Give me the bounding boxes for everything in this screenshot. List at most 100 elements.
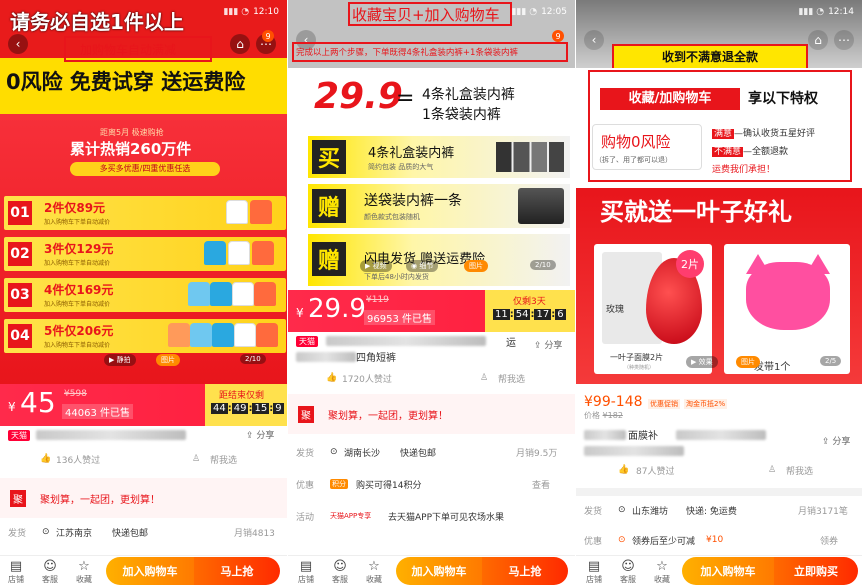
discount-row[interactable]: 优惠 ⊙ 领券后至少可减 ¥10 领券 [576, 532, 862, 548]
activity-row[interactable]: 活动 天猫APP专享 去天猫APP下单可见农场水果 [288, 508, 575, 524]
status-time: 12:14 [828, 7, 854, 17]
big-price: 29.9 [314, 76, 403, 117]
likes-count[interactable]: 136人赞过 [56, 453, 100, 466]
image-button[interactable]: 图片 [156, 354, 180, 366]
sold-count: 44063 件已售 [62, 404, 133, 419]
add-to-cart-button[interactable]: 加入购物车 [396, 557, 482, 585]
effect-button-label: 效果 [698, 358, 713, 366]
ship-row: 发货 ⊙ 山东潍坊 快递: 免运费 月销3171笔 [576, 502, 862, 518]
cart-icon[interactable]: ⌂ [808, 30, 828, 50]
help-choose-button[interactable]: 帮我选 [498, 372, 525, 385]
offer-title: 2件仅89元 [44, 201, 106, 215]
shop-label: 店铺 [8, 575, 24, 584]
video-button-label: 视频 [372, 262, 387, 270]
share-button[interactable]: ⇪ 分享 [246, 428, 274, 441]
activity-tag: 天猫APP专享 [330, 512, 372, 520]
favorite-label: 收藏 [654, 575, 670, 584]
combo-row: 赠 闪电发货 赠送运费险 下单后48小时内发货 [308, 234, 570, 286]
product-title-blurred [296, 352, 356, 362]
back-icon[interactable]: ‹ [584, 30, 604, 50]
countdown-seconds: 17 [534, 309, 552, 320]
ship-label: 发货 [296, 448, 315, 459]
favorite-button[interactable]: ☆ 收藏 [648, 560, 676, 585]
product-title-line2: 四角短裤 [356, 353, 396, 364]
share-button[interactable]: ⇪ 分享 [822, 434, 850, 447]
shop-button[interactable]: ▤ 店铺 [292, 560, 320, 585]
discount-view-link[interactable]: 查看 [532, 478, 550, 491]
detail-button[interactable]: ◉ 细节 [406, 260, 439, 272]
video-button[interactable]: ▶ 静拍 [104, 354, 136, 366]
back-icon[interactable]: ‹ [8, 34, 28, 54]
offer-number: 01 [8, 201, 32, 225]
underwear-image [496, 142, 564, 172]
cart-icon[interactable]: ⌂ [230, 34, 250, 54]
offer-row: 04 5件仅206元 加入购物车下单自动减价 [4, 319, 286, 353]
help-choose-button[interactable]: 帮我选 [210, 453, 237, 466]
shop-icon: ▤ [299, 559, 313, 574]
page-indicator: 2/10 [530, 260, 556, 270]
shop-icon: ▤ [9, 559, 23, 574]
favorite-button[interactable]: ☆ 收藏 [360, 560, 388, 585]
screenshot-panel-3: ▮▮▮ ◔ 12:14 ‹ ⌂ ⋯ 收到不满意退全款 收藏/加购物车 享以下特权 … [576, 0, 862, 587]
discount-row[interactable]: 优惠 积分 购买可得14积分 查看 [288, 476, 575, 492]
ju-row[interactable]: 聚 聚划算，一起团，更划算！ [288, 394, 575, 434]
image-button[interactable]: 图片 [464, 260, 488, 272]
service-button[interactable]: ☺ 客服 [326, 560, 354, 585]
headband-card: 发带1个 [724, 244, 850, 374]
like-icon: 👍 [40, 454, 52, 464]
more-icon[interactable]: ⋯ [834, 30, 854, 50]
price: 99-148 [592, 394, 643, 410]
price-old: ¥182 [602, 411, 623, 420]
page-indicator: 2/10 [240, 354, 266, 364]
banner-headline: 请务必自选1件以上 [10, 10, 184, 34]
countdown-seconds: 15 [252, 403, 270, 414]
star-icon: ☆ [78, 559, 90, 574]
shirt-image [188, 282, 210, 306]
effect-button[interactable]: ▶ 效果 [686, 356, 718, 368]
image-button[interactable]: 图片 [736, 356, 760, 368]
service-icon: ☺ [621, 559, 635, 574]
offer-sub: 加入购物车下单自动减价 [44, 301, 111, 308]
favorite-button[interactable]: ☆ 收藏 [70, 560, 98, 585]
share-button[interactable]: ⇪ 分享 [534, 338, 562, 351]
promo-tag: 优惠促销 [648, 399, 680, 409]
ear-left [746, 254, 770, 274]
highlight-box [588, 70, 852, 182]
combo-char: 赠 [312, 189, 346, 223]
offer-number: 04 [8, 324, 32, 348]
shop-button[interactable]: ▤ 店铺 [2, 560, 30, 585]
activity-text: 去天猫APP下单可见农场水果 [388, 512, 505, 523]
like-icon: 👍 [618, 465, 630, 475]
buy-now-button[interactable]: 马上抢 [482, 557, 568, 585]
combo-row: 买 4条礼盒装内裤 简约包装 品质的大气 [308, 136, 570, 178]
help-choose-button[interactable]: 帮我选 [786, 464, 813, 477]
likes-count[interactable]: 87人赞过 [636, 464, 674, 477]
like-icon: 👍 [326, 373, 338, 383]
ship-row: 发货 ⊙ 江苏南京 快递包邮 月销4813 [0, 524, 287, 540]
video-button[interactable]: ▶ 视频 [360, 260, 392, 272]
countdown-ms: 6 [555, 309, 566, 320]
countdown-label: 仅剩3天 [513, 297, 546, 307]
add-to-cart-button[interactable]: 加入购物车 [106, 557, 194, 585]
service-button[interactable]: ☺ 客服 [36, 560, 64, 585]
get-coupon-link[interactable]: 领券 [820, 534, 838, 547]
offer-sub: 加入购物车下单自动减价 [44, 219, 111, 226]
shirt-image [168, 323, 190, 347]
screenshot-panel-1: ▮▮▮ ◔ 12:10 请务必自选1件以上 ‹ ⌂ ⋯ 9 加购物车自动满减 0风… [0, 0, 287, 587]
mask-brand: 玫瑰 [606, 305, 625, 315]
ju-row[interactable]: 聚 聚划算，一起团，更划算！ [0, 478, 287, 518]
product-title-blurred [36, 430, 186, 440]
shirt-image [210, 282, 232, 306]
likes-count[interactable]: 1720人赞过 [342, 372, 392, 385]
combo-row: 赠 送袋装内裤一条 颜色款式包装随机 [308, 184, 570, 228]
shop-button[interactable]: ▤ 店铺 [580, 560, 608, 585]
favorite-label: 收藏 [366, 575, 382, 584]
buy-now-button[interactable]: 马上抢 [194, 557, 280, 585]
add-to-cart-button[interactable]: 加入购物车 [682, 557, 774, 585]
status-bar: ▮▮▮ ◔ 12:14 [576, 0, 862, 24]
ship-row: 发货 ⊙ 湖南长沙 快递包邮 月销9.5万 [288, 444, 575, 460]
monthly-sales: 月销3171笔 [798, 506, 848, 517]
price: 45 [20, 386, 56, 419]
buy-now-button[interactable]: 立即购买 [774, 557, 858, 585]
service-button[interactable]: ☺ 客服 [614, 560, 642, 585]
